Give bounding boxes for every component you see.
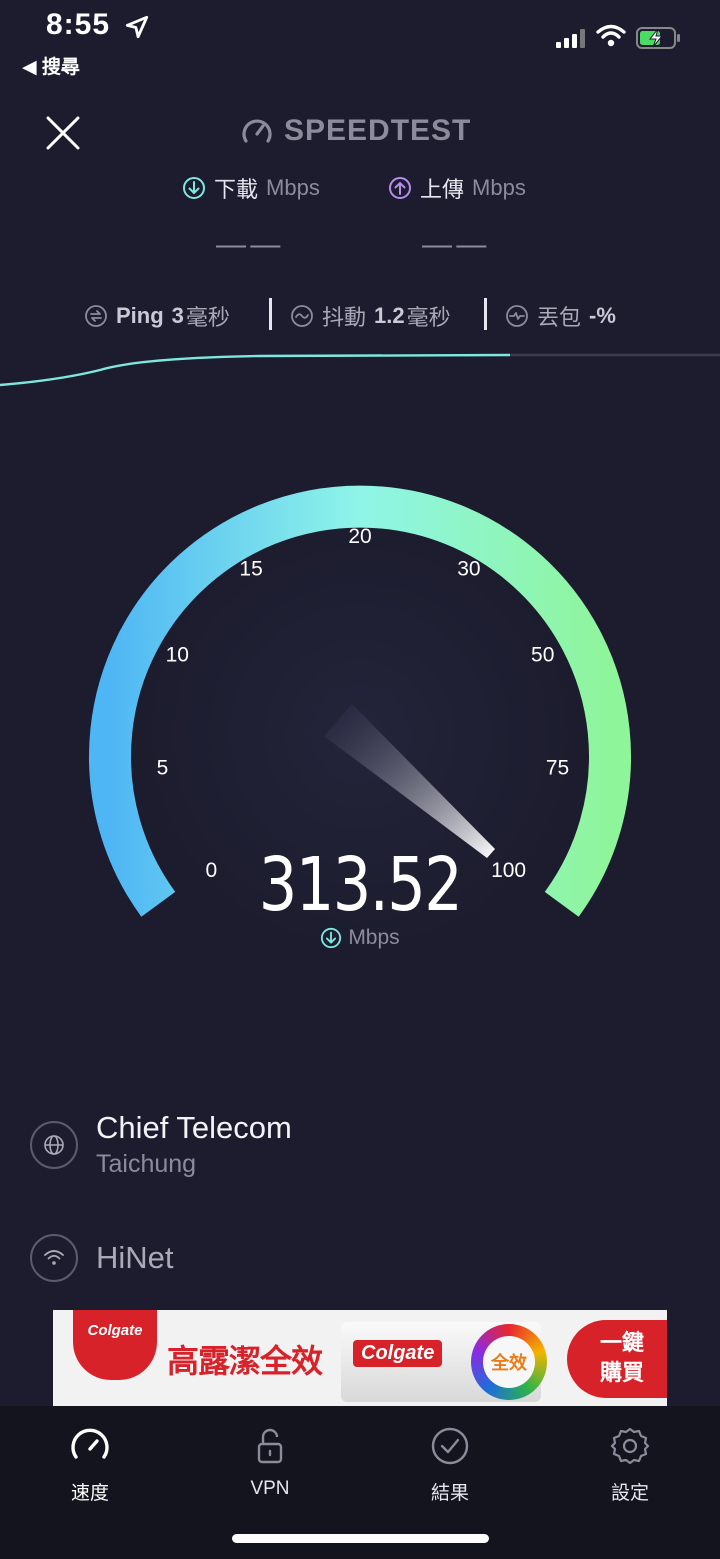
location-arrow-icon <box>125 15 149 39</box>
home-indicator[interactable] <box>232 1534 489 1543</box>
ping-value: 3 <box>171 303 184 328</box>
jitter-icon <box>291 305 313 327</box>
upload-metric: 上傳 Mbps <box>388 172 526 204</box>
latency-stats: Ping 3 毫秒 抖動 1.2 毫秒 丟包 -% <box>0 298 720 338</box>
divider <box>484 298 487 330</box>
ping-label: Ping <box>116 303 164 328</box>
server-name: Chief Telecom <box>96 1110 292 1145</box>
ad-product-brand: Colgate <box>353 1340 443 1367</box>
download-label: 下載 <box>214 177 259 202</box>
server-selector[interactable]: Chief Telecom Taichung <box>30 1110 292 1179</box>
download-value: — — <box>216 228 280 261</box>
speed-unit-label: Mbps <box>348 926 400 949</box>
tab-settings[interactable]: 設定 <box>570 1424 690 1505</box>
close-icon[interactable] <box>44 114 82 152</box>
divider <box>269 298 272 330</box>
current-speed-value: 313.52 <box>258 842 463 928</box>
upload-value: — — <box>422 228 486 261</box>
checkmark-circle-icon <box>431 1427 469 1465</box>
jitter-value: 1.2 <box>374 303 405 328</box>
ad-headline: 高露潔全效 <box>167 1342 323 1380</box>
upload-label: 上傳 <box>420 177 465 202</box>
wifi-icon <box>596 24 626 47</box>
download-metric: 下載 Mbps <box>182 172 320 204</box>
ping-stat: Ping 3 毫秒 <box>84 300 230 332</box>
download-unit: Mbps <box>266 175 320 200</box>
status-time: 8:55 <box>46 8 111 41</box>
gauge-tick-label: 50 <box>531 644 554 667</box>
ad-buy-button[interactable]: 一鍵 購買 <box>567 1320 667 1398</box>
packet-loss-icon <box>506 305 528 327</box>
globe-icon <box>30 1120 78 1169</box>
download-arrow-icon <box>183 177 205 199</box>
gauge-tick-label: 15 <box>239 557 262 580</box>
upload-arrow-icon <box>389 177 411 199</box>
tab-speed[interactable]: 速度 <box>30 1424 150 1505</box>
wifi-icon <box>30 1234 78 1282</box>
tab-speed-label: 速度 <box>70 1483 109 1504</box>
ad-banner[interactable]: Colgate 高露潔全效 Colgate 全效 一鍵 購買 <box>53 1310 667 1406</box>
gauge-tick-label: 20 <box>348 525 371 548</box>
back-to-app-link[interactable]: ◀ 搜尋 <box>22 52 80 79</box>
packet-loss-label: 丟包 <box>537 305 582 330</box>
battery-charging-icon <box>636 27 680 49</box>
ping-icon <box>85 305 107 327</box>
tab-results[interactable]: 結果 <box>390 1424 510 1505</box>
tab-settings-label: 設定 <box>610 1483 649 1504</box>
packet-loss-stat: 丟包 -% <box>505 300 616 332</box>
gauge-tick-label: 30 <box>457 557 480 580</box>
speed-history-graph <box>0 353 720 387</box>
ad-brand-logo: Colgate <box>73 1310 157 1380</box>
gear-icon <box>610 1427 650 1465</box>
speedometer-icon <box>71 1428 109 1459</box>
gauge-tick-label: 10 <box>166 644 189 667</box>
cellular-signal-icon <box>556 28 585 48</box>
download-arrow-icon <box>321 927 342 949</box>
speedometer-logo-icon <box>242 119 272 143</box>
app-title: SPEEDTEST <box>284 114 472 147</box>
tab-vpn-label: VPN <box>250 1478 290 1499</box>
upload-unit: Mbps <box>472 175 526 200</box>
gauge-tick-label: 5 <box>157 756 169 779</box>
lock-icon <box>257 1428 283 1464</box>
tab-results-label: 結果 <box>430 1483 469 1504</box>
current-speed-unit: Mbps <box>0 926 720 950</box>
ad-badge: 全效 <box>483 1336 535 1388</box>
ad-cta-line2: 購買 <box>599 1360 644 1385</box>
jitter-stat: 抖動 1.2 毫秒 <box>290 300 451 332</box>
ad-cta-line1: 一鍵 <box>599 1330 644 1355</box>
speedtest-logo: SPEEDTEST <box>240 114 471 148</box>
isp-name: HiNet <box>96 1240 174 1275</box>
tab-vpn[interactable]: VPN <box>210 1424 330 1500</box>
jitter-unit: 毫秒 <box>406 305 451 330</box>
isp-info: HiNet <box>30 1234 174 1282</box>
gauge-tick-label: 75 <box>546 756 569 779</box>
jitter-label: 抖動 <box>322 305 367 330</box>
server-location: Taichung <box>96 1150 197 1178</box>
ping-unit: 毫秒 <box>185 305 230 330</box>
packet-loss-value: -% <box>589 303 616 328</box>
